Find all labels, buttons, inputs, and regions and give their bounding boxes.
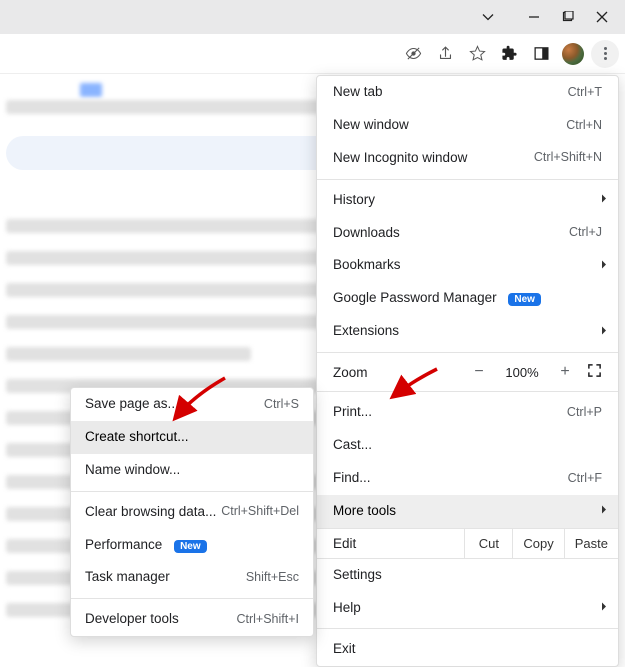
menu-label: Cast... xyxy=(333,436,372,455)
menu-label: Help xyxy=(333,599,361,618)
shortcut: Ctrl+Shift+I xyxy=(236,611,299,629)
menu-password-manager[interactable]: Google Password Manager New xyxy=(317,282,618,315)
menu-label: Developer tools xyxy=(85,610,179,629)
menu-label: Task manager xyxy=(85,568,170,587)
star-icon[interactable] xyxy=(463,40,491,68)
profile-avatar[interactable] xyxy=(559,40,587,68)
share-icon[interactable] xyxy=(431,40,459,68)
separator xyxy=(71,491,313,492)
separator xyxy=(317,179,618,180)
menu-label: Downloads xyxy=(333,224,400,243)
zoom-value: 100% xyxy=(501,365,543,380)
submenu-performance[interactable]: Performance New xyxy=(71,529,313,562)
new-badge: New xyxy=(508,293,541,306)
extensions-icon[interactable] xyxy=(495,40,523,68)
menu-new-tab[interactable]: New tab Ctrl+T xyxy=(317,76,618,109)
menu-bookmarks[interactable]: Bookmarks xyxy=(317,249,618,282)
edit-cut-button[interactable]: Cut xyxy=(465,529,513,558)
chevron-right-icon xyxy=(601,256,608,275)
fullscreen-icon[interactable] xyxy=(587,363,602,381)
menu-history[interactable]: History xyxy=(317,184,618,217)
submenu-task-manager[interactable]: Task manager Shift+Esc xyxy=(71,561,313,594)
menu-label: Print... xyxy=(333,403,372,422)
menu-settings[interactable]: Settings xyxy=(317,559,618,592)
shortcut: Ctrl+Shift+Del xyxy=(221,503,299,521)
menu-label: More tools xyxy=(333,502,396,521)
menu-label: New Incognito window xyxy=(333,149,467,168)
menu-label: Clear browsing data... xyxy=(85,503,216,522)
close-button[interactable] xyxy=(585,3,619,31)
tab-dropdown-icon[interactable] xyxy=(471,3,505,31)
zoom-out-button[interactable]: − xyxy=(469,363,489,381)
separator xyxy=(317,391,618,392)
menu-label: Settings xyxy=(333,566,382,585)
menu-extensions[interactable]: Extensions xyxy=(317,315,618,348)
chrome-main-menu: New tab Ctrl+T New window Ctrl+N New Inc… xyxy=(316,75,619,667)
new-badge: New xyxy=(174,540,207,553)
chevron-right-icon xyxy=(601,599,608,618)
edit-copy-button[interactable]: Copy xyxy=(513,529,564,558)
shortcut: Ctrl+Shift+N xyxy=(534,149,602,167)
menu-label: Performance xyxy=(85,537,162,552)
text-selection xyxy=(80,83,102,97)
zoom-in-button[interactable]: + xyxy=(555,363,575,381)
shortcut: Ctrl+F xyxy=(568,470,602,488)
maximize-button[interactable] xyxy=(551,3,585,31)
menu-more-tools[interactable]: More tools xyxy=(317,495,618,528)
shortcut: Ctrl+J xyxy=(569,224,602,242)
submenu-clear-browsing[interactable]: Clear browsing data... Ctrl+Shift+Del xyxy=(71,496,313,529)
menu-help[interactable]: Help xyxy=(317,592,618,625)
eye-icon[interactable] xyxy=(399,40,427,68)
menu-label: Edit xyxy=(317,529,465,558)
submenu-create-shortcut[interactable]: Create shortcut... xyxy=(71,421,313,454)
menu-label: Bookmarks xyxy=(333,256,401,275)
menu-label: Name window... xyxy=(85,461,180,480)
shortcut: Ctrl+S xyxy=(264,396,299,414)
menu-label: New tab xyxy=(333,83,383,102)
edit-paste-button[interactable]: Paste xyxy=(565,529,618,558)
separator xyxy=(71,598,313,599)
submenu-developer-tools[interactable]: Developer tools Ctrl+Shift+I xyxy=(71,603,313,636)
submenu-save-page[interactable]: Save page as... Ctrl+S xyxy=(71,388,313,421)
menu-print[interactable]: Print... Ctrl+P xyxy=(317,396,618,429)
shortcut: Ctrl+T xyxy=(568,84,602,102)
chevron-right-icon xyxy=(601,502,608,521)
chevron-right-icon xyxy=(601,322,608,341)
separator xyxy=(317,628,618,629)
minimize-button[interactable] xyxy=(517,3,551,31)
menu-exit[interactable]: Exit xyxy=(317,633,618,666)
more-tools-submenu: Save page as... Ctrl+S Create shortcut..… xyxy=(70,387,314,637)
menu-find[interactable]: Find... Ctrl+F xyxy=(317,462,618,495)
menu-label: Exit xyxy=(333,640,356,659)
menu-label: Find... xyxy=(333,469,371,488)
menu-label: New window xyxy=(333,116,409,135)
menu-zoom-row: Zoom − 100% + xyxy=(317,357,618,387)
menu-cast[interactable]: Cast... xyxy=(317,429,618,462)
placeholder-line xyxy=(6,347,251,361)
menu-label-with-badge: Performance New xyxy=(85,536,207,555)
shortcut: Ctrl+P xyxy=(567,404,602,422)
menu-downloads[interactable]: Downloads Ctrl+J xyxy=(317,217,618,250)
menu-label: Zoom xyxy=(333,365,457,380)
reading-list-icon[interactable] xyxy=(527,40,555,68)
menu-label: Create shortcut... xyxy=(85,428,189,447)
submenu-name-window[interactable]: Name window... xyxy=(71,454,313,487)
shortcut: Ctrl+N xyxy=(566,117,602,135)
menu-label-with-badge: Google Password Manager New xyxy=(333,289,541,308)
separator xyxy=(317,352,618,353)
menu-label: History xyxy=(333,191,375,210)
menu-label: Extensions xyxy=(333,322,399,341)
menu-new-incognito[interactable]: New Incognito window Ctrl+Shift+N xyxy=(317,142,618,175)
shortcut: Shift+Esc xyxy=(246,569,299,587)
kebab-menu-button[interactable] xyxy=(591,40,619,68)
menu-label: Google Password Manager xyxy=(333,290,497,305)
menu-edit-row: Edit Cut Copy Paste xyxy=(317,528,618,559)
menu-new-window[interactable]: New window Ctrl+N xyxy=(317,109,618,142)
menu-label: Save page as... xyxy=(85,395,179,414)
chevron-right-icon xyxy=(601,191,608,210)
